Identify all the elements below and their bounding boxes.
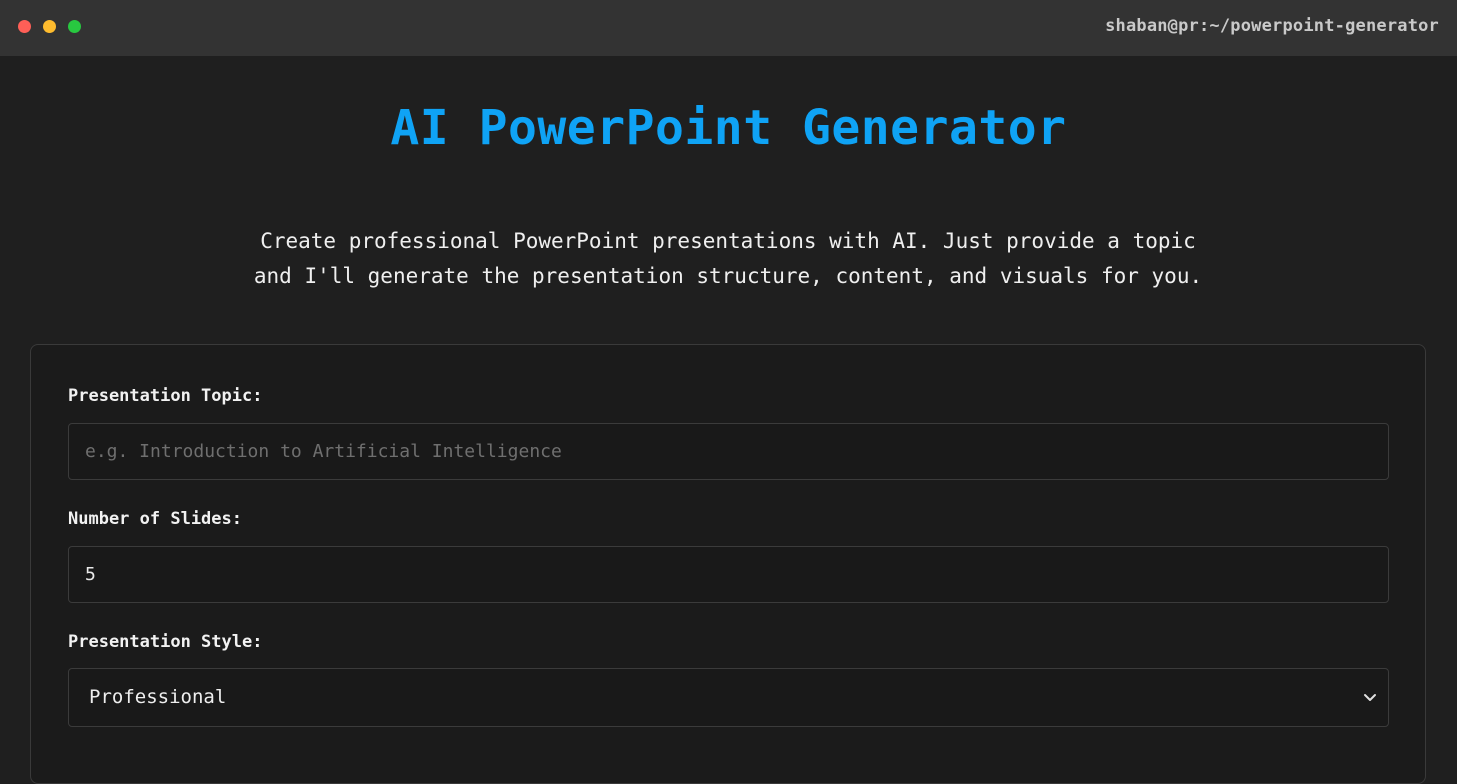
window-controls [18, 20, 81, 33]
window-path: shaban@pr:~/powerpoint-generator [1105, 16, 1439, 36]
style-select-value: Professional [89, 686, 227, 708]
page-title: AI PowerPoint Generator [390, 100, 1067, 156]
generator-form: Presentation Topic: Number of Slides: Pr… [30, 344, 1426, 784]
subtitle-line-2: and I'll generate the presentation struc… [253, 264, 1203, 288]
topic-input[interactable] [68, 423, 1389, 480]
page-subtitle: Create professional PowerPoint presentat… [228, 224, 1228, 294]
style-select[interactable]: Professional [68, 668, 1389, 727]
close-window-button[interactable] [18, 20, 31, 33]
subtitle-line-1: Create professional PowerPoint presentat… [260, 229, 1196, 253]
slides-count-input[interactable] [68, 546, 1389, 603]
window-titlebar: shaban@pr:~/powerpoint-generator [0, 0, 1457, 56]
chevron-down-icon [1364, 694, 1376, 701]
main-content: AI PowerPoint Generator Create professio… [0, 56, 1457, 784]
minimize-window-button[interactable] [43, 20, 56, 33]
style-label: Presentation Style: [68, 632, 263, 652]
maximize-window-button[interactable] [68, 20, 81, 33]
topic-label: Presentation Topic: [68, 386, 263, 406]
slides-label: Number of Slides: [68, 509, 242, 529]
